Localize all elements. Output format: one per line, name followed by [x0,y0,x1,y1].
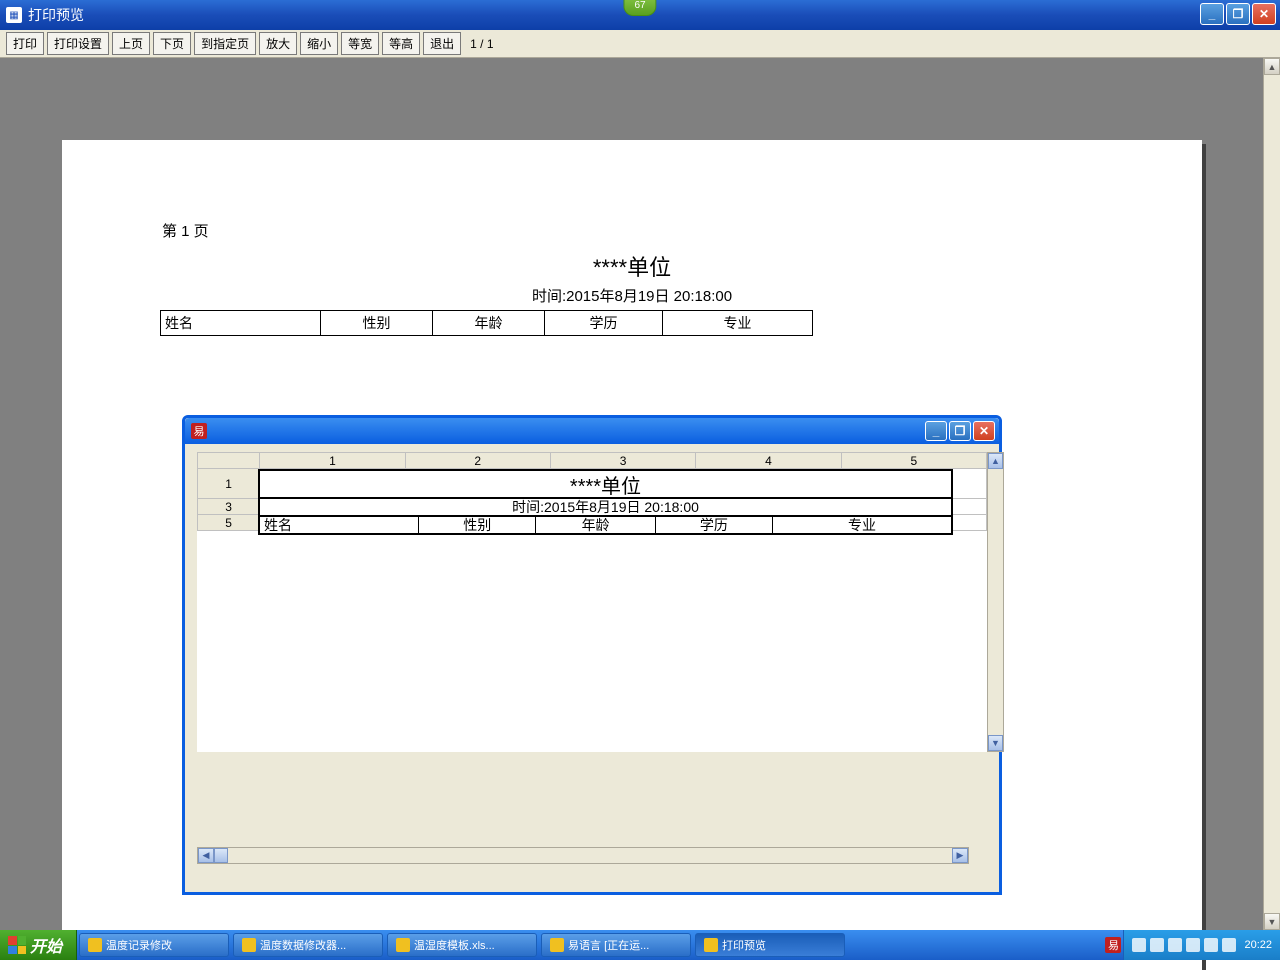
notification-badge[interactable]: 67 [623,0,656,16]
col-header[interactable]: 2 [405,453,550,469]
grid-cell[interactable]: 姓名 [260,517,419,533]
workspace-scrollbar[interactable]: ▲ ▼ [1263,58,1280,930]
tray-icon[interactable] [1150,938,1164,952]
preview-page: 第 1 页 ****单位 时间:2015年8月19日 20:18:00 姓名性别… [62,140,1202,970]
start-button[interactable]: 开始 [0,930,77,960]
doc-header-cell: 姓名 [161,311,321,336]
scroll-left-icon[interactable]: ◀ [198,848,214,863]
grid-cell[interactable]: 性别 [419,517,536,533]
scroll-up-icon[interactable]: ▲ [988,453,1003,469]
fit-width-button[interactable]: 等宽 [341,32,379,55]
grid-close-button[interactable]: ✕ [973,421,995,441]
grid-minimize-button[interactable]: _ [925,421,947,441]
app-icon: ▦ [6,7,22,23]
grid-header-row[interactable]: 姓名性别年龄学历专业 [258,517,953,535]
page-indicator: 1 / 1 [470,37,493,51]
goto-page-button[interactable]: 到指定页 [194,32,256,55]
document-time: 时间:2015年8月19日 20:18:00 [62,285,1202,306]
corner-cell[interactable] [198,453,260,469]
tray-icon[interactable] [1132,938,1146,952]
preview-workspace: ▲ ▼ 第 1 页 ****单位 时间:2015年8月19日 20:18:00 … [0,58,1280,930]
print-settings-button[interactable]: 打印设置 [47,32,109,55]
row-header[interactable]: 5 [198,515,260,531]
scroll-down-icon[interactable]: ▼ [1264,913,1280,930]
tray-icon[interactable] [1222,938,1236,952]
window-title: 打印预览 [28,5,84,25]
taskbar-item[interactable]: 温度记录修改 [79,933,229,957]
task-label: 温湿度模板.xls... [414,937,495,953]
col-header[interactable]: 3 [550,453,695,469]
close-button[interactable]: ✕ [1252,3,1276,25]
document-header-table: 姓名性别年龄学历专业 [160,310,813,336]
task-icon [88,938,102,952]
row-header[interactable]: 3 [198,499,260,515]
doc-header-cell: 学历 [545,311,663,336]
fit-height-button[interactable]: 等高 [382,32,420,55]
titlebar: ▦ 打印预览 67 _ ❐ ✕ [0,0,1280,30]
windows-flag-icon [8,936,26,954]
clock[interactable]: 20:22 [1244,939,1272,951]
grid-cell[interactable]: 专业 [773,517,951,533]
grid-merged-title[interactable]: ****单位 [258,469,953,499]
tray-icon[interactable] [1168,938,1182,952]
window-controls: _ ❐ ✕ [1200,3,1276,25]
spreadsheet-grid[interactable]: 1 2 3 4 5 1 3 5 ****单位 时间:2015年8月19日 20:… [197,452,987,752]
grid-cell[interactable]: 学历 [656,517,773,533]
doc-header-cell: 性别 [321,311,433,336]
print-button[interactable]: 打印 [6,32,44,55]
taskbar-item[interactable]: 打印预览 [695,933,845,957]
taskbar-item[interactable]: 易语言 [正在运... [541,933,691,957]
task-icon [396,938,410,952]
col-header[interactable]: 4 [696,453,841,469]
task-icon [704,938,718,952]
tray-icon[interactable] [1204,938,1218,952]
minimize-button[interactable]: _ [1200,3,1224,25]
scroll-down-icon[interactable]: ▼ [988,735,1003,751]
prev-page-button[interactable]: 上页 [112,32,150,55]
document-title: ****单位 [62,250,1202,282]
start-label: 开始 [30,933,62,957]
task-label: 易语言 [正在运... [568,937,649,953]
grid-window-titlebar[interactable]: 易 _ ❐ ✕ [185,418,999,444]
task-label: 温度数据修改器... [260,937,346,953]
system-tray[interactable]: 20:22 [1123,930,1280,960]
scroll-up-icon[interactable]: ▲ [1264,58,1280,75]
taskbar-item[interactable]: 温度数据修改器... [233,933,383,957]
task-icon [550,938,564,952]
zoom-in-button[interactable]: 放大 [259,32,297,55]
zoom-out-button[interactable]: 缩小 [300,32,338,55]
scroll-thumb[interactable] [214,848,228,863]
maximize-button[interactable]: ❐ [1226,3,1250,25]
doc-header-cell: 专业 [663,311,813,336]
task-label: 打印预览 [722,937,766,953]
grid-window-controls: _ ❐ ✕ [925,421,995,441]
col-header[interactable]: 5 [841,453,986,469]
taskbar-item[interactable]: 温湿度模板.xls... [387,933,537,957]
next-page-button[interactable]: 下页 [153,32,191,55]
easylang-icon: 易 [191,423,207,439]
toolbar: 打印 打印设置 上页 下页 到指定页 放大 缩小 等宽 等高 退出 1 / 1 [0,30,1280,58]
exit-button[interactable]: 退出 [423,32,461,55]
doc-header-cell: 年龄 [433,311,545,336]
task-icon [242,938,256,952]
page-number-label: 第 1 页 [162,220,209,241]
grid-horizontal-scrollbar[interactable]: ◀ ▶ [197,847,969,864]
col-header[interactable]: 1 [260,453,405,469]
taskbar: 开始 温度记录修改 温度数据修改器... 温湿度模板.xls... 易语言 [正在运.… [0,930,1280,960]
grid-maximize-button[interactable]: ❐ [949,421,971,441]
grid-vertical-scrollbar[interactable]: ▲ ▼ [987,452,1004,752]
scroll-right-icon[interactable]: ▶ [952,848,968,863]
easylang-tray-icon[interactable]: 易 [1105,937,1121,953]
row-header[interactable]: 1 [198,469,260,499]
grid-cell[interactable]: 年龄 [536,517,655,533]
tray-icon[interactable] [1186,938,1200,952]
grid-window: 易 _ ❐ ✕ 1 2 3 4 5 1 [182,415,1002,895]
task-label: 温度记录修改 [106,937,172,953]
